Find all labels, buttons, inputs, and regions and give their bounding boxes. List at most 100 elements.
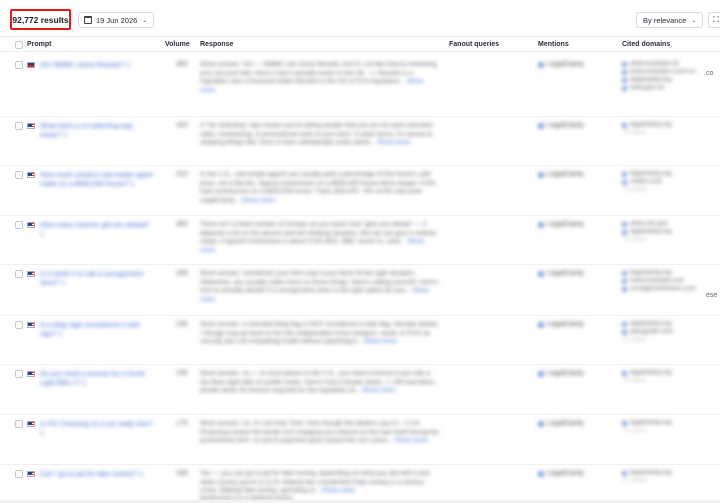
brand-favicon-icon — [538, 370, 544, 377]
cited-more[interactable]: +1 more — [622, 477, 720, 485]
date-picker-button[interactable]: 19 Jun 2026 ⌄ — [78, 12, 154, 28]
domain-favicon-icon — [622, 171, 627, 177]
row-checkbox[interactable] — [15, 122, 23, 130]
column-response[interactable]: Response — [200, 41, 233, 48]
country-flag-icon — [27, 222, 35, 228]
domain-favicon-icon — [622, 470, 627, 476]
cited-domain[interactable]: realtor.com — [622, 178, 720, 186]
response-text: Short answer: sometimes your item may if… — [200, 270, 440, 304]
show-more-link[interactable]: Show more — [242, 197, 275, 204]
row-checkbox[interactable] — [15, 221, 23, 229]
mention-item: LegalClarity — [538, 122, 584, 129]
column-volume[interactable]: Volume — [165, 41, 190, 48]
row-checkbox[interactable] — [15, 270, 23, 278]
cited-domain[interactable]: legalclarity.org — [622, 228, 720, 236]
response-body: Yes — you can go to jail for fake money,… — [200, 470, 430, 494]
cited-more[interactable]: +1 more — [622, 129, 720, 137]
show-more-link[interactable]: Show more — [362, 387, 395, 394]
response-text: Short answer: Yes — NMMC can check Revok… — [200, 61, 440, 95]
row-checkbox[interactable] — [15, 470, 23, 478]
select-all-checkbox[interactable] — [15, 41, 23, 49]
show-more-link[interactable]: Show more — [364, 338, 397, 345]
show-more-link[interactable]: Show more — [395, 437, 428, 444]
show-more-link[interactable]: Show more — [322, 487, 355, 494]
row-checkbox[interactable] — [15, 370, 23, 378]
domain-favicon-icon — [622, 221, 627, 227]
prompt-link[interactable]: Do you need a license for a Sunlit Light… — [40, 370, 155, 388]
cited-more[interactable]: +1 more — [622, 186, 720, 194]
volume-value: 180 — [176, 470, 188, 477]
table-row[interactable]: How much would a real estate agent make … — [0, 166, 720, 216]
table-row[interactable]: Is it worth it to call a consignment sto… — [0, 265, 720, 316]
brand-favicon-icon — [538, 420, 544, 427]
domain-favicon-icon — [622, 286, 627, 292]
cited-domain[interactable]: www.example.com — [622, 277, 720, 285]
response-body: Short answer: a standard Blog flag is NO… — [200, 321, 439, 345]
cited-domain[interactable]: www.gov.uk — [622, 84, 720, 92]
show-more-link[interactable]: Show more — [377, 139, 410, 146]
brand-favicon-icon — [538, 321, 544, 328]
expand-icon: ⛶ — [713, 15, 719, 24]
prompt-link[interactable]: Are NMMC check Revoke? 1 — [40, 61, 155, 70]
table-row[interactable]: Do you need a license for a Sunlit Light… — [0, 365, 720, 415]
domain-favicon-icon — [622, 77, 627, 83]
column-fanout-queries[interactable]: Fanout queries — [449, 41, 499, 48]
table-row[interactable]: Is a blog rage considered a hate sign? 1… — [0, 316, 720, 365]
prompt-link[interactable]: What does a co-selecting sign mean? 1 — [40, 122, 155, 140]
domain-favicon-icon — [622, 329, 627, 335]
table-row[interactable]: Is PO Checking on a car really free? 1 17… — [0, 415, 720, 465]
domain-favicon-icon — [622, 61, 627, 67]
prompt-link[interactable]: Is PO Checking on a car really free? 1 — [40, 420, 155, 438]
expand-button[interactable]: ⛶ — [708, 12, 720, 28]
prompt-link[interactable]: How many cosmos get you ahead? 1 — [40, 221, 155, 239]
mention-label: LegalClarity — [547, 420, 584, 427]
table-header: Prompt Volume Response Fanout queries Me… — [0, 36, 720, 52]
row-checkbox[interactable] — [15, 171, 23, 179]
prompt-link[interactable]: Is it worth it to call a consignment sto… — [40, 270, 155, 288]
cited-domains-list: legalclarity.org +1 more — [622, 121, 720, 137]
sort-label: By relevance — [643, 15, 687, 25]
cited-domain[interactable]: www.example.uk — [622, 60, 720, 68]
cited-domains-list: www.cdc.gov legalclarity.org +1 more — [622, 220, 720, 244]
volume-value: 300 — [176, 221, 188, 228]
column-cited-domains[interactable]: Cited domains — [622, 41, 670, 48]
sort-dropdown[interactable]: By relevance ⌄ — [636, 12, 703, 28]
cited-domain[interactable]: legalclarity.org — [622, 320, 720, 328]
cited-domain[interactable]: legalclarity.org — [622, 269, 720, 277]
mention-item: LegalClarity — [538, 171, 584, 178]
country-flag-icon — [27, 421, 35, 427]
country-flag-icon — [27, 271, 35, 277]
column-mentions[interactable]: Mentions — [538, 41, 569, 48]
cited-domain[interactable]: legalclarity.org — [622, 469, 720, 477]
mention-label: LegalClarity — [547, 221, 584, 228]
mention-label: LegalClarity — [547, 61, 584, 68]
cited-more[interactable]: +1 more — [622, 377, 720, 385]
cited-domain[interactable]: legalclarity.org — [622, 121, 720, 129]
table-row[interactable]: Can I go to jail for fake money? 1 180 Yes… — [0, 465, 720, 503]
cited-domain[interactable]: legalclarity.org — [622, 76, 720, 84]
cited-domain[interactable]: legalclarity.org — [622, 419, 720, 427]
column-prompt[interactable]: Prompt — [27, 41, 52, 48]
row-checkbox[interactable] — [15, 420, 23, 428]
cited-domain[interactable]: legalclarity.org — [622, 170, 720, 178]
table-row[interactable]: What does a co-selecting sign mean? 1 420… — [0, 117, 720, 166]
date-label: 19 Jun 2026 — [96, 15, 138, 25]
row-checkbox[interactable] — [15, 61, 23, 69]
table-row[interactable]: How many cosmos get you ahead? 1 300 There… — [0, 216, 720, 265]
cited-more[interactable]: +1 more — [622, 236, 720, 244]
domain-favicon-icon — [622, 69, 627, 75]
volume-value: 290 — [176, 270, 188, 277]
mention-item: LegalClarity — [538, 470, 584, 477]
row-checkbox[interactable] — [15, 321, 23, 329]
prompt-link[interactable]: Is a blog rage considered a hate sign? 1 — [40, 321, 155, 339]
prompt-link[interactable]: How much would a real estate agent make … — [40, 171, 155, 189]
prompt-link[interactable]: Can I go to jail for fake money? 1 — [40, 470, 155, 479]
cited-more[interactable]: +1 more — [622, 427, 720, 435]
cited-domain[interactable]: www.cdc.gov — [622, 220, 720, 228]
cited-domain[interactable]: legalclarity.org — [622, 369, 720, 377]
table-row[interactable]: Are NMMC check Revoke? 1 300 Short answer:… — [0, 56, 720, 117]
cited-overflow-text: ese — [706, 292, 718, 299]
cited-more[interactable]: +1 more — [622, 336, 720, 344]
volume-value: 300 — [176, 61, 188, 68]
cited-domain[interactable]: lawsguide.com — [622, 328, 720, 336]
